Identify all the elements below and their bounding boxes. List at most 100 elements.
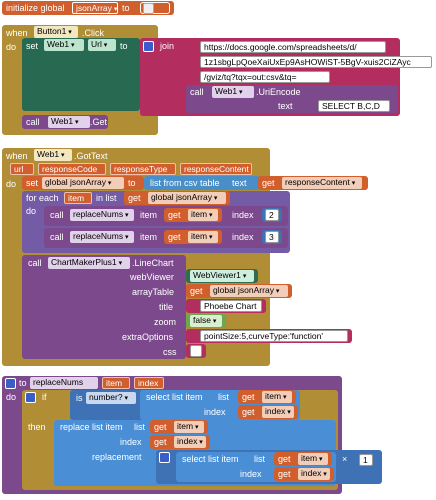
for-each-var[interactable]: item — [64, 192, 92, 204]
zoom-false-dropdown[interactable]: false — [190, 315, 222, 327]
multiplier-number[interactable]: 1 — [359, 454, 373, 466]
get-responsecontent-block[interactable]: get responseContent — [258, 176, 368, 190]
css-text-block[interactable] — [186, 344, 206, 358]
index-dropdown[interactable]: index — [298, 468, 330, 480]
set-web1-url-block[interactable]: set Web1 Url to — [22, 38, 140, 111]
web1-component-dropdown[interactable]: Web1 — [44, 39, 84, 51]
get-label: get — [278, 454, 291, 464]
to-label: to — [19, 378, 27, 388]
param-responsetype[interactable]: responseType — [110, 163, 176, 175]
item-dropdown[interactable]: item — [262, 391, 292, 403]
get-label: get — [154, 437, 167, 447]
index-number-2[interactable]: 2 — [265, 209, 279, 221]
css-string-empty[interactable] — [190, 345, 202, 357]
param-responsecode[interactable]: responseCode — [38, 163, 106, 175]
item-dropdown[interactable]: item — [188, 231, 218, 243]
gear-icon[interactable] — [5, 378, 16, 389]
text-arg-label: text — [232, 178, 247, 188]
url-string-2[interactable]: 1z1sbgLpQoeXaiUxEp9AsHOWiST-5BgV-xuis2Ci… — [200, 56, 432, 68]
get-item-block[interactable]: get item — [274, 452, 332, 466]
webviewer-arg-label: webViewer — [130, 272, 174, 282]
button1-component-dropdown[interactable]: Button1 — [34, 26, 78, 38]
get-item-block[interactable]: get item — [164, 208, 222, 222]
url-property-dropdown[interactable]: Url — [88, 39, 116, 51]
index-arg-label: index — [120, 437, 142, 447]
number-block-1[interactable]: 1 — [356, 453, 376, 467]
gear-icon[interactable] — [143, 41, 154, 52]
number-check-dropdown[interactable]: number? — [86, 392, 136, 404]
title-string[interactable]: Phoebe Chart — [200, 300, 262, 312]
get-item-block[interactable]: get item — [150, 420, 208, 434]
get-label: get — [154, 422, 167, 432]
get-global-jsonarray-block[interactable]: get global jsonArray — [124, 191, 230, 205]
index-dropdown[interactable]: index — [262, 406, 294, 418]
set-to-label: to — [128, 178, 136, 188]
set-var-dropdown[interactable]: global jsonArray — [42, 177, 124, 189]
param-url[interactable]: url — [10, 163, 34, 175]
get-index-block[interactable]: get index — [238, 405, 298, 419]
csv-text-arg: text — [226, 176, 260, 190]
css-arg-label: css — [163, 347, 177, 357]
uriencode-component-dropdown[interactable]: Web1 — [212, 86, 254, 98]
gottext-event-label: .GotText — [74, 151, 108, 161]
get-label: get — [262, 178, 275, 188]
query-string[interactable]: SELECT B,C,D — [318, 100, 390, 112]
gear-icon[interactable] — [159, 452, 170, 463]
param-item[interactable]: item — [102, 377, 130, 389]
number-block-3[interactable]: 3 — [262, 230, 282, 244]
param-index[interactable]: index — [134, 377, 164, 389]
chartmaker-linechart-call[interactable]: call ChartMakerPlus1 .LineChart webViewe… — [22, 255, 186, 359]
create-empty-list-gear[interactable] — [140, 2, 170, 14]
extraoptions-text-block[interactable]: pointSize:5,curveType:'function' — [186, 329, 352, 343]
get-label: get — [128, 193, 141, 203]
if-label: if — [42, 392, 47, 402]
call-label: call — [28, 258, 42, 268]
extraoptions-arg-label: extraOptions — [122, 332, 174, 342]
webviewer1-component-block[interactable]: WebViewer1 — [186, 269, 258, 283]
call-label: call — [50, 210, 64, 220]
number-block-2[interactable]: 2 — [262, 208, 282, 222]
param-responsecontent[interactable]: responseContent — [180, 163, 252, 175]
set-global-jsonarray-block[interactable]: set global jsonArray to — [22, 176, 144, 190]
url-string-1[interactable]: https://docs.google.com/spreadsheets/d/ — [200, 41, 386, 53]
gear-icon[interactable] — [25, 392, 36, 403]
index-dropdown[interactable]: index — [174, 436, 206, 448]
item-dropdown[interactable]: item — [188, 209, 218, 221]
get-item-block[interactable]: get item — [238, 390, 296, 404]
is-number-block[interactable]: is number? — [70, 390, 146, 420]
url-string-3[interactable]: /gviz/tq?tqx=out:csv&tq= — [200, 71, 330, 83]
index-arg-label: index — [204, 407, 226, 417]
extraoptions-string[interactable]: pointSize:5,curveType:'function' — [200, 330, 348, 342]
item-dropdown[interactable]: item — [174, 421, 204, 433]
index-number-3[interactable]: 3 — [265, 231, 279, 243]
then-label: then — [28, 422, 46, 432]
procedure-name-field[interactable]: replaceNums — [30, 377, 98, 389]
web1-component-dropdown[interactable]: Web1 — [34, 149, 72, 161]
get-item-block[interactable]: get item — [164, 230, 222, 244]
replacenums-dropdown[interactable]: replaceNums — [70, 209, 134, 221]
get-index-block[interactable]: get index — [274, 467, 334, 481]
get-index-block[interactable]: get index — [150, 435, 210, 449]
do-label: do — [6, 392, 17, 402]
web1-get-call-block[interactable]: call Web1 .Get — [22, 115, 108, 129]
call-label: call — [190, 87, 204, 97]
gear-icon[interactable] — [143, 3, 154, 14]
global-var-name-field[interactable]: jsonArray — [72, 2, 118, 14]
responsecontent-dropdown[interactable]: responseContent — [282, 177, 362, 189]
title-text-block[interactable]: Phoebe Chart — [186, 299, 266, 313]
global-init-block[interactable]: initialize global jsonArray to — [2, 1, 174, 15]
item-dropdown[interactable]: item — [298, 453, 328, 465]
global-jsonarray-dropdown[interactable]: global jsonArray — [210, 285, 288, 297]
chartmaker-component-dropdown[interactable]: ChartMakerPlus1 — [48, 257, 130, 269]
webviewer1-dropdown[interactable]: WebViewer1 — [190, 270, 254, 282]
list-arg-label: list — [134, 422, 145, 432]
replacenums-dropdown[interactable]: replaceNums — [70, 231, 134, 243]
item-arg-label: item — [140, 232, 158, 242]
call-label: call — [26, 117, 40, 127]
index-arg-label: index — [232, 210, 254, 220]
global-jsonarray-dropdown[interactable]: global jsonArray — [148, 192, 226, 204]
get-global-jsonarray-block[interactable]: get global jsonArray — [186, 284, 292, 298]
get-label: get — [168, 232, 181, 242]
zoom-boolean-block[interactable]: false — [186, 314, 226, 328]
get-component-dropdown[interactable]: Web1 — [48, 116, 90, 128]
